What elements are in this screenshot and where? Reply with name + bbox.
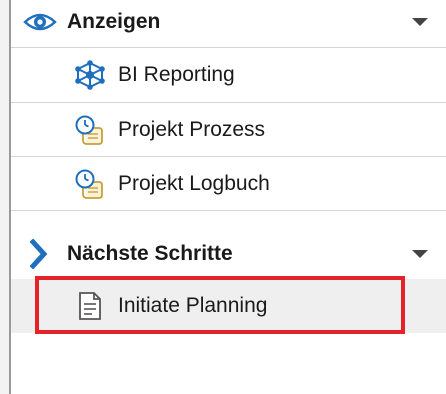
chevron-down-icon[interactable] — [412, 18, 428, 26]
highlight-box — [35, 276, 405, 334]
clock-scroll-icon — [73, 113, 107, 147]
panel-left-border — [0, 0, 11, 394]
section-title-naechste-schritte: Nächste Schritte — [67, 242, 233, 265]
eye-icon — [23, 8, 57, 36]
menu-item-projekt-prozess[interactable]: Projekt Prozess — [11, 103, 446, 157]
section-title-anzeigen: Anzeigen — [67, 10, 161, 33]
network-cube-icon — [73, 58, 107, 92]
menu-item-bi-reporting[interactable]: BI Reporting — [11, 48, 446, 102]
section-header-anzeigen[interactable]: Anzeigen — [11, 0, 446, 44]
clock-scroll-icon — [73, 167, 107, 201]
menu-item-label: Projekt Prozess — [118, 118, 266, 141]
chevron-down-icon[interactable] — [412, 250, 428, 258]
menu-item-projekt-logbuch[interactable]: Projekt Logbuch — [11, 157, 446, 211]
divider — [11, 210, 446, 211]
chevron-right-icon — [23, 239, 57, 269]
section-header-naechste-schritte[interactable]: Nächste Schritte — [11, 232, 446, 276]
menu-item-label: Projekt Logbuch — [118, 172, 270, 195]
side-panel: Anzeigen BI Reporting Projekt Prozess Pr… — [11, 0, 446, 394]
menu-item-label: BI Reporting — [118, 63, 235, 86]
